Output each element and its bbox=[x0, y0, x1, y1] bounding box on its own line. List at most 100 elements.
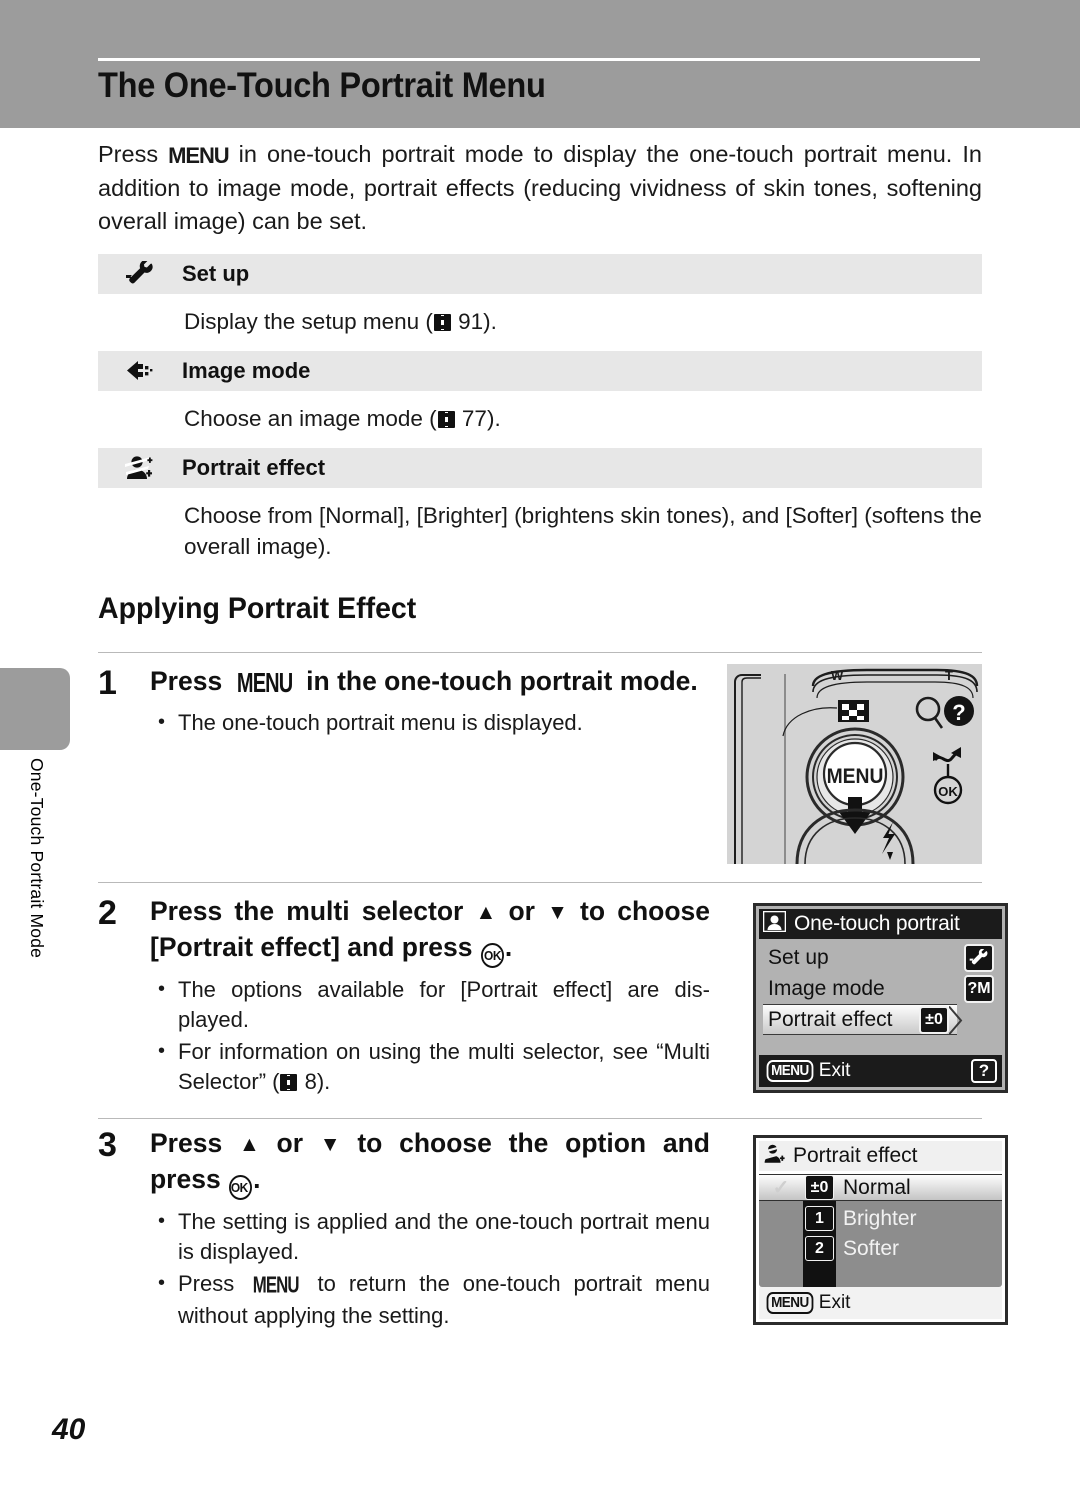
step-instruction: Press the multi selector ▲ or ▼ to choos… bbox=[150, 894, 710, 968]
portrait-effect-icon bbox=[763, 1143, 787, 1170]
lcd-menu-item-image-mode[interactable]: Image mode ?M bbox=[763, 973, 1002, 1004]
lcd-bottom-bar: MENU Exit bbox=[759, 1287, 1002, 1319]
step-text-b: in the one-touch portrait mode. bbox=[298, 666, 698, 696]
svg-text:W: W bbox=[831, 668, 844, 683]
arrow-up-icon: ▲ bbox=[238, 1133, 260, 1156]
image-mode-icon bbox=[98, 359, 182, 383]
wrench-icon bbox=[98, 261, 182, 287]
bullet-text-b: ). bbox=[316, 1069, 331, 1094]
step-divider-2 bbox=[98, 882, 982, 883]
lcd-title-bar: Portrait effect bbox=[759, 1141, 1002, 1171]
step-bullet-list: The options available for [Portrait effe… bbox=[150, 974, 710, 1097]
arrow-down-icon: ▼ bbox=[319, 1133, 341, 1156]
intro-paragraph: Press MENU in one-touch portrait mode to… bbox=[98, 138, 982, 238]
table-row-label: Set up bbox=[182, 261, 250, 286]
page-title: The One-Touch Portrait Menu bbox=[98, 66, 546, 105]
menu-button-glyph: MENU bbox=[236, 667, 293, 699]
lcd-exit-label: Exit bbox=[818, 1292, 851, 1313]
intro-text-part2: in one-touch portrait mode to display th… bbox=[98, 141, 982, 234]
svg-text:OK: OK bbox=[938, 784, 958, 799]
page-reference-number: 77 bbox=[461, 406, 487, 431]
ok-button-icon: OK bbox=[480, 943, 504, 968]
step-3: 3 Press ▲ or ▼ to choose the option and … bbox=[98, 1126, 710, 1333]
lcd-bottom-bar: MENU Exit ? bbox=[759, 1055, 1002, 1087]
checkmark-icon: ✓ bbox=[772, 1177, 790, 1199]
step-text-mid: or bbox=[259, 1128, 320, 1158]
step-text-a: Press bbox=[150, 1128, 239, 1158]
menu-options-table: Set up Display the setup menu ( 91). Ima… bbox=[98, 254, 982, 576]
lcd-option-brighter[interactable]: 1 Brighter bbox=[759, 1205, 1002, 1232]
lcd-menu-item-label: Image mode bbox=[768, 976, 885, 1000]
table-row-header-portrait-effect: Portrait effect bbox=[98, 448, 982, 488]
step-text-mid: or bbox=[496, 896, 548, 926]
menu-button-pill: MENU bbox=[766, 1292, 814, 1314]
selection-arrow-icon bbox=[949, 1005, 963, 1036]
normal-icon: ±0 bbox=[805, 1175, 834, 1200]
menu-button-pill: MENU bbox=[766, 1060, 814, 1082]
bullet-text-a: Press bbox=[178, 1271, 248, 1296]
step-text-a: Press the multi selector bbox=[150, 896, 476, 926]
table-row-description-portrait-effect: Choose from [Normal], [Brighter] (bright… bbox=[98, 488, 982, 576]
lcd-screenshot-one-touch-menu: One-touch portrait Set up Image mode ?M … bbox=[753, 903, 1008, 1093]
step-divider-1 bbox=[98, 652, 982, 653]
step-instruction: Press MENU in the one-touch portrait mod… bbox=[150, 664, 710, 701]
lcd-menu-item-label: Portrait effect bbox=[768, 1007, 893, 1031]
lcd-menu-item-setup[interactable]: Set up bbox=[763, 942, 1002, 973]
table-row-description-setup: Display the setup menu ( 91). bbox=[98, 294, 982, 351]
lcd-title-text: Portrait effect bbox=[793, 1144, 918, 1167]
header-divider-rule bbox=[98, 58, 980, 61]
page-reference-number: 8 bbox=[304, 1069, 317, 1094]
step-number: 3 bbox=[98, 1126, 117, 1164]
table-row-header-setup: Set up bbox=[98, 254, 982, 294]
step-text-a: Press bbox=[150, 666, 230, 696]
step-text-c: . bbox=[253, 1164, 261, 1194]
step-divider-3 bbox=[98, 1118, 982, 1119]
lcd-option-label: Normal bbox=[843, 1175, 911, 1199]
table-row-label: Image mode bbox=[182, 358, 311, 383]
page-number: 40 bbox=[52, 1413, 86, 1446]
bullet-item: Press MENU to return the one-touch portr… bbox=[150, 1268, 710, 1331]
lcd-option-normal[interactable]: ✓ ±0 Normal bbox=[759, 1174, 1002, 1201]
page-reference-icon bbox=[280, 1074, 298, 1091]
arrow-down-icon: ▼ bbox=[547, 901, 568, 924]
lcd-option-softer[interactable]: 2 Softer bbox=[759, 1235, 1002, 1262]
svg-text:T: T bbox=[945, 668, 953, 683]
help-icon[interactable]: ? bbox=[971, 1059, 997, 1083]
intro-text-part1: Press bbox=[98, 141, 169, 167]
manual-page: The One-Touch Portrait Menu One-Touch Po… bbox=[0, 0, 1080, 1486]
arrow-up-icon: ▲ bbox=[475, 901, 497, 924]
brighter-icon: 1 bbox=[805, 1206, 834, 1231]
table-row-header-image-mode: Image mode bbox=[98, 351, 982, 391]
lcd-menu-list: Set up Image mode ?M Portrait effect ±0 bbox=[759, 939, 1002, 1036]
section-tab-marker bbox=[0, 668, 70, 750]
step-instruction: Press ▲ or ▼ to choose the option and pr… bbox=[150, 1126, 710, 1200]
portrait-effect-badge-icon: ±0 bbox=[917, 1004, 951, 1035]
step-1: 1 Press MENU in the one-touch portrait m… bbox=[98, 664, 710, 740]
step-bullet-list: The one-touch portrait menu is displayed… bbox=[150, 707, 710, 738]
portrait-effect-icon bbox=[98, 455, 182, 481]
page-reference-icon bbox=[433, 314, 451, 331]
description-text: Display the setup menu ( bbox=[184, 309, 433, 334]
lcd-title-text: One-touch portrait bbox=[794, 912, 960, 935]
lcd-option-label: Brighter bbox=[843, 1206, 917, 1230]
softer-icon: 2 bbox=[805, 1236, 834, 1261]
menu-button-glyph: MENU bbox=[168, 143, 229, 168]
step-bullet-list: The setting is applied and the one-touch… bbox=[150, 1206, 710, 1331]
section-heading: Applying Portrait Effect bbox=[98, 592, 417, 625]
table-row-description-image-mode: Choose an image mode ( 77). bbox=[98, 391, 982, 448]
menu-button-glyph: MENU bbox=[252, 1272, 300, 1299]
lcd-option-label: Softer bbox=[843, 1236, 900, 1260]
lcd-menu-item-portrait-effect[interactable]: Portrait effect ±0 bbox=[763, 1004, 963, 1036]
description-text: Choose from [Normal], [Brighter] (bright… bbox=[184, 503, 982, 559]
bullet-item: The one-touch portrait menu is displayed… bbox=[150, 707, 710, 738]
svg-text:?: ? bbox=[952, 700, 965, 725]
one-touch-portrait-icon bbox=[762, 910, 787, 937]
bullet-text-a: For information on using the multi selec… bbox=[178, 1039, 710, 1094]
wrench-badge-icon bbox=[962, 942, 996, 973]
page-header-band: The One-Touch Portrait Menu bbox=[0, 0, 1080, 128]
section-tab-label: One-Touch Portrait Mode bbox=[27, 758, 47, 959]
image-mode-badge-icon: ?M bbox=[962, 973, 996, 1004]
svg-text:MENU: MENU bbox=[827, 765, 884, 788]
page-reference-number: 91 bbox=[458, 309, 484, 334]
step-number: 2 bbox=[98, 894, 117, 932]
